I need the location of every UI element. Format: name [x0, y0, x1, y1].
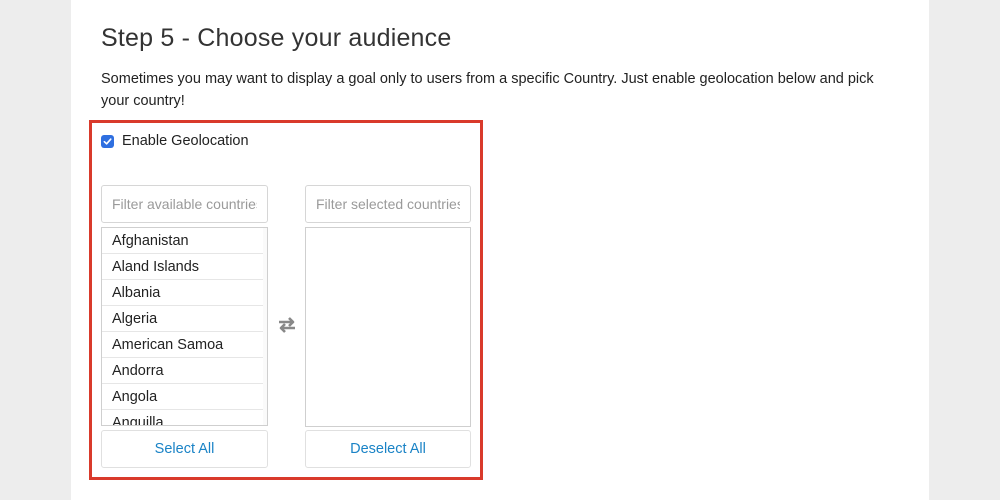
swap-arrows-icon	[279, 317, 295, 333]
filter-selected-input[interactable]	[305, 185, 471, 223]
geolocation-toggle[interactable]: Enable Geolocation	[101, 131, 249, 151]
filter-available-input[interactable]	[101, 185, 268, 223]
select-all-button[interactable]: Select All	[101, 430, 268, 468]
list-scrollbar[interactable]	[263, 228, 267, 425]
check-icon	[103, 137, 112, 145]
list-item[interactable]: Aland Islands	[102, 254, 267, 280]
list-item[interactable]: Andorra	[102, 358, 267, 384]
list-item[interactable]: Algeria	[102, 306, 267, 332]
geolocation-label: Enable Geolocation	[122, 133, 249, 149]
step-description: Sometimes you may want to display a goal…	[101, 71, 874, 109]
step-title: Step 5 - Choose your audience	[101, 24, 452, 52]
available-countries-list[interactable]: Afghanistan Aland Islands Albania Algeri…	[101, 227, 268, 426]
list-item[interactable]: Anguilla	[102, 410, 267, 425]
deselect-all-button[interactable]: Deselect All	[305, 430, 471, 468]
list-item[interactable]: Albania	[102, 280, 267, 306]
selected-countries-list[interactable]	[305, 227, 471, 427]
list-item[interactable]: American Samoa	[102, 332, 267, 358]
list-item[interactable]: Angola	[102, 384, 267, 410]
geolocation-checkbox[interactable]	[101, 134, 114, 148]
list-item[interactable]: Afghanistan	[102, 228, 267, 254]
